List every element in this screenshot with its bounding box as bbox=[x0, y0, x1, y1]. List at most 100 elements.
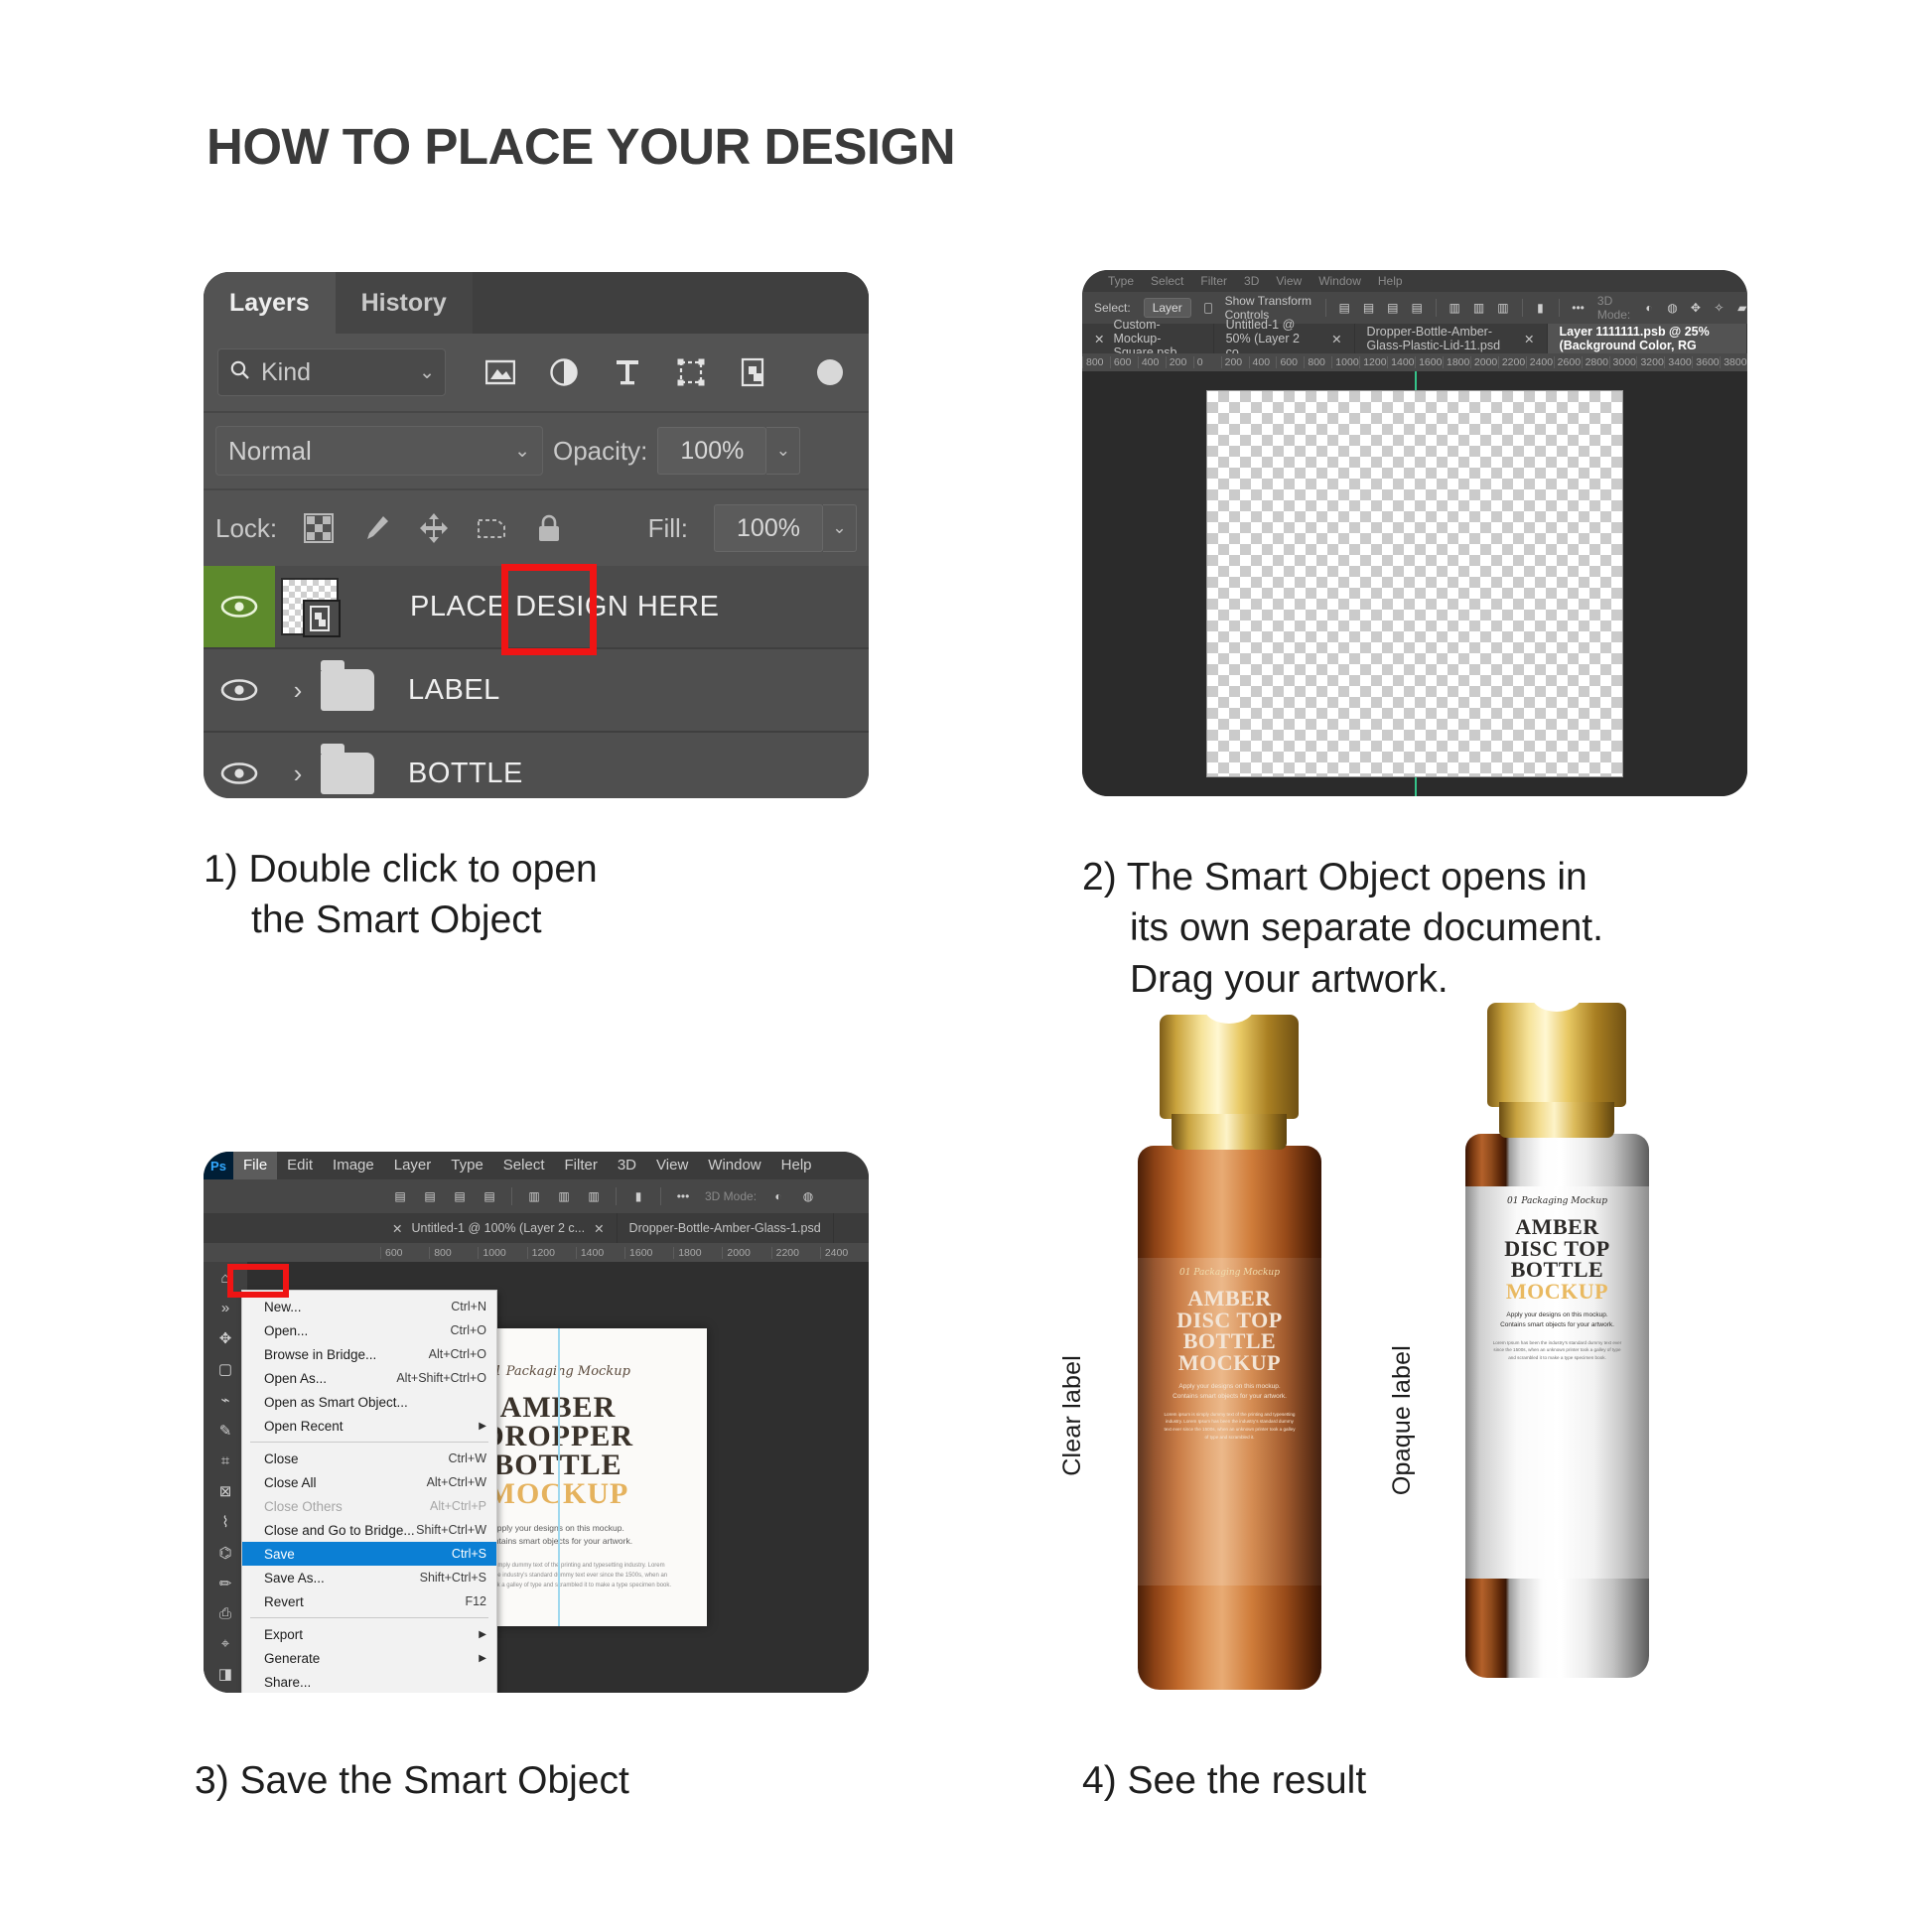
lock-position-icon[interactable] bbox=[418, 512, 450, 544]
close-icon[interactable]: ✕ bbox=[1331, 332, 1341, 346]
menu-item-open-as-smart-object[interactable]: Open as Smart Object... bbox=[242, 1390, 496, 1414]
canvas-area[interactable] bbox=[1082, 371, 1747, 796]
blend-mode-select[interactable]: Normal ⌄ bbox=[215, 426, 543, 476]
quick-selection-tool-icon[interactable]: ✎ bbox=[213, 1422, 237, 1440]
3d-roll-icon[interactable]: ◍ bbox=[1667, 301, 1677, 315]
brush-tool-icon[interactable]: ✏ bbox=[213, 1575, 237, 1592]
menu-item-open-as[interactable]: Open As... Alt+Shift+Ctrl+O bbox=[242, 1366, 496, 1390]
menu-select[interactable]: Select bbox=[1151, 274, 1183, 288]
menu-select[interactable]: Select bbox=[493, 1152, 555, 1179]
lock-artboard-icon[interactable] bbox=[476, 512, 507, 544]
menu-window[interactable]: Window bbox=[1318, 274, 1361, 288]
align-right-icon[interactable]: ▤ bbox=[452, 1189, 468, 1203]
menu-3d[interactable]: 3D bbox=[608, 1152, 646, 1179]
menu-file[interactable]: File bbox=[233, 1152, 278, 1179]
close-icon[interactable]: ✕ bbox=[594, 1221, 604, 1236]
menu-item-share[interactable]: Share... bbox=[242, 1670, 496, 1693]
lasso-tool-icon[interactable]: ⌁ bbox=[213, 1391, 237, 1409]
menu-type[interactable]: Type bbox=[1108, 274, 1134, 288]
chevron-right-icon[interactable]: › bbox=[275, 675, 321, 706]
menu-item-browse-in-bridge[interactable]: Browse in Bridge... Alt+Ctrl+O bbox=[242, 1342, 496, 1366]
menu-item-close-all[interactable]: Close All Alt+Ctrl+W bbox=[242, 1470, 496, 1494]
lock-transparent-pixels-icon[interactable] bbox=[303, 512, 335, 544]
menu-help[interactable]: Help bbox=[1378, 274, 1403, 288]
align-left-icon[interactable]: ▤ bbox=[1338, 301, 1349, 315]
3d-orbit-icon[interactable]: ◐ bbox=[770, 1189, 786, 1203]
distribute-vertical-icon[interactable]: ▮ bbox=[1535, 301, 1545, 315]
marquee-tool-icon[interactable]: ▢ bbox=[213, 1360, 237, 1378]
layer-row-label[interactable]: › LABEL bbox=[204, 649, 869, 733]
clone-stamp-tool-icon[interactable]: ⎙ bbox=[213, 1605, 237, 1622]
menu-layer[interactable]: Layer bbox=[384, 1152, 442, 1179]
show-transform-controls-checkbox[interactable] bbox=[1203, 302, 1212, 314]
smart-object-filter-icon[interactable] bbox=[738, 355, 771, 389]
move-tool-icon[interactable]: ✥ bbox=[213, 1329, 237, 1347]
tab-history[interactable]: History bbox=[335, 272, 473, 334]
healing-brush-tool-icon[interactable]: ⌬ bbox=[213, 1544, 237, 1562]
3d-slide-icon[interactable]: ✧ bbox=[1714, 301, 1724, 315]
align-center-vertical-icon[interactable]: ▥ bbox=[1473, 301, 1484, 315]
align-right-icon[interactable]: ▤ bbox=[1387, 301, 1398, 315]
layer-filter-kind-select[interactable]: Kind ⌄ bbox=[217, 348, 446, 396]
menu-item-export[interactable]: Export ▶ bbox=[242, 1622, 496, 1646]
menu-item-open-recent[interactable]: Open Recent ▶ bbox=[242, 1414, 496, 1438]
fill-stepper-icon[interactable]: ⌄ bbox=[823, 504, 857, 552]
layer-visibility-toggle[interactable] bbox=[204, 566, 275, 647]
align-center-horizontal-icon[interactable]: ▤ bbox=[1363, 301, 1374, 315]
menu-item-open[interactable]: Open... Ctrl+O bbox=[242, 1318, 496, 1342]
menu-filter[interactable]: Filter bbox=[555, 1152, 608, 1179]
3d-roll-icon[interactable]: ◍ bbox=[800, 1189, 816, 1203]
menu-item-save-as[interactable]: Save As... Shift+Ctrl+S bbox=[242, 1566, 496, 1589]
3d-scale-icon[interactable]: ▰ bbox=[1737, 301, 1747, 315]
menu-view[interactable]: View bbox=[1276, 274, 1302, 288]
distribute-horizontal-icon[interactable]: ▤ bbox=[482, 1189, 497, 1203]
lock-image-pixels-icon[interactable] bbox=[360, 512, 392, 544]
menu-item-close[interactable]: Close Ctrl+W bbox=[242, 1447, 496, 1470]
menu-item-revert[interactable]: Revert F12 bbox=[242, 1589, 496, 1613]
menu-type[interactable]: Type bbox=[441, 1152, 493, 1179]
document-tab[interactable]: Dropper-Bottle-Amber-Glass-Plastic-Lid-1… bbox=[1355, 324, 1548, 353]
document-tab[interactable]: Untitled-1 @ 50% (Layer 2 co... ✕ bbox=[1214, 318, 1355, 359]
align-left-icon[interactable]: ▤ bbox=[392, 1189, 408, 1203]
align-bottom-icon[interactable]: ▥ bbox=[586, 1189, 602, 1203]
menu-item-save[interactable]: Save Ctrl+S bbox=[242, 1542, 496, 1566]
image-filter-icon[interactable] bbox=[483, 355, 517, 389]
menu-item-close-and-go-to-bridge[interactable]: Close and Go to Bridge... Shift+Ctrl+W bbox=[242, 1518, 496, 1542]
menu-item-generate[interactable]: Generate ▶ bbox=[242, 1646, 496, 1670]
document-tab[interactable]: ✕ Custom-Mockup-Square.psb bbox=[1082, 318, 1214, 359]
document-tab-active[interactable]: Layer 1111111.psb @ 25% (Background Colo… bbox=[1547, 324, 1747, 353]
layer-row-place-design-here[interactable]: PLACE DESIGN HERE bbox=[204, 564, 869, 655]
distribute-vertical-icon[interactable]: ▮ bbox=[630, 1189, 646, 1203]
menu-3d[interactable]: 3D bbox=[1244, 274, 1259, 288]
select-layer-dropdown[interactable]: Layer bbox=[1143, 298, 1191, 318]
3d-pan-icon[interactable]: ✥ bbox=[1691, 301, 1701, 315]
distribute-horizontal-icon[interactable]: ▤ bbox=[1412, 301, 1423, 315]
shape-filter-icon[interactable] bbox=[674, 355, 708, 389]
menu-item-new[interactable]: New... Ctrl+N bbox=[242, 1295, 496, 1318]
layer-row-bottle[interactable]: › BOTTLE bbox=[204, 733, 869, 798]
close-icon[interactable]: ✕ bbox=[392, 1221, 402, 1236]
align-top-icon[interactable]: ▥ bbox=[526, 1189, 542, 1203]
file-dropdown-menu[interactable]: New... Ctrl+N Open... Ctrl+O Browse in Bri… bbox=[241, 1290, 497, 1693]
tab-layers[interactable]: Layers bbox=[204, 272, 336, 334]
eyedropper-tool-icon[interactable]: ⌇ bbox=[213, 1513, 237, 1531]
menu-edit[interactable]: Edit bbox=[277, 1152, 323, 1179]
transparent-canvas[interactable] bbox=[1206, 390, 1623, 777]
type-filter-icon[interactable] bbox=[611, 355, 644, 389]
frame-tool-icon[interactable]: ⊠ bbox=[213, 1482, 237, 1500]
opacity-stepper-icon[interactable]: ⌄ bbox=[766, 427, 801, 475]
adjustment-filter-icon[interactable] bbox=[547, 355, 581, 389]
eraser-tool-icon[interactable]: ◨ bbox=[213, 1665, 237, 1683]
more-options-icon[interactable]: ••• bbox=[675, 1189, 691, 1203]
more-options-icon[interactable]: ••• bbox=[1572, 301, 1585, 315]
menu-image[interactable]: Image bbox=[323, 1152, 384, 1179]
chevron-right-icon[interactable]: › bbox=[275, 759, 321, 789]
3d-orbit-icon[interactable]: ◐ bbox=[1644, 301, 1654, 315]
menu-view[interactable]: View bbox=[646, 1152, 698, 1179]
menu-help[interactable]: Help bbox=[771, 1152, 822, 1179]
document-tab[interactable]: Dropper-Bottle-Amber-Glass-1.psd bbox=[618, 1213, 834, 1243]
menu-filter[interactable]: Filter bbox=[1200, 274, 1227, 288]
lock-all-icon[interactable] bbox=[533, 512, 565, 544]
close-icon[interactable]: ✕ bbox=[1094, 332, 1104, 346]
document-tab[interactable]: ✕ Untitled-1 @ 100% (Layer 2 c... ✕ bbox=[380, 1213, 618, 1243]
